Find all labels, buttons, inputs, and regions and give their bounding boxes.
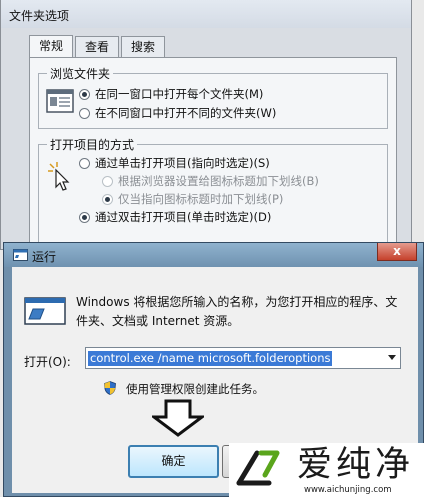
radio-same-window[interactable]: 在同一窗口中打开每个文件夹(M) xyxy=(79,86,263,102)
click-items-group: 打开项目的方式 通过单击打开项目(指向时选定)(S) 根据浏览器设置给图标标题加… xyxy=(38,136,388,254)
radio-double-click[interactable]: 通过双击打开项目(单击时选定)(D) xyxy=(79,209,271,225)
tab-general[interactable]: 常规 xyxy=(29,35,74,59)
folder-options-titlebar[interactable]: 文件夹选项 xyxy=(1,0,411,28)
radio-underline-hover: 仅当指向图标标题时加下划线(P) xyxy=(102,191,283,207)
radio-label: 通过单击打开项目(指向时选定)(S) xyxy=(95,156,270,170)
watermark-text: 爱纯净 xyxy=(297,445,415,485)
radio-button xyxy=(102,193,113,205)
run-description: Windows 将根据您所输入的名称，为您打开相应的程序、文件夹、文档或 Int… xyxy=(76,295,398,328)
radio-label: 根据浏览器设置给图标标题加下划线(B) xyxy=(118,174,319,188)
radio-label: 在不同窗口中打开不同的文件夹(W) xyxy=(95,106,277,120)
run-program-icon xyxy=(24,297,66,325)
open-label: 打开(O): xyxy=(24,355,71,369)
run-title: 运行 xyxy=(32,250,57,264)
watermark: 爱纯净 www.aichunjing.com xyxy=(229,443,424,497)
radio-single-click[interactable]: 通过单击打开项目(指向时选定)(S) xyxy=(79,155,270,171)
watermark-logo-icon xyxy=(236,450,280,486)
radio-button[interactable] xyxy=(79,157,90,169)
browse-folders-group: 浏览文件夹 在同一窗口中打开每个文件夹(M) 在不同窗口中打开不同的文件夹(W) xyxy=(38,65,388,129)
run-titlebar[interactable]: 运行 x xyxy=(4,243,423,267)
open-input[interactable]: control.exe /name microsoft.folderoption… xyxy=(85,347,401,369)
radio-button[interactable] xyxy=(79,211,90,223)
pointer-click-icon xyxy=(48,162,70,191)
radio-button[interactable] xyxy=(79,88,90,100)
watermark-url: www.aichunjing.com xyxy=(304,485,392,495)
browse-folders-title: 浏览文件夹 xyxy=(47,65,114,82)
radio-label: 仅当指向图标标题时加下划线(P) xyxy=(118,192,284,206)
close-button[interactable]: x xyxy=(377,243,417,261)
chevron-down-icon[interactable] xyxy=(388,355,396,360)
run-app-icon xyxy=(13,249,28,261)
folder-options-title: 文件夹选项 xyxy=(9,9,70,23)
folder-options-window: 文件夹选项 常规 查看 搜索 浏览文件夹 在同一窗口中打开每个文件夹(M) 在不… xyxy=(0,0,412,257)
radio-different-window[interactable]: 在不同窗口中打开不同的文件夹(W) xyxy=(79,105,276,121)
admin-privilege-text: 使用管理权限创建此任务。 xyxy=(126,382,264,396)
tab-view[interactable]: 查看 xyxy=(75,36,120,58)
radio-label: 通过双击打开项目(单击时选定)(D) xyxy=(95,210,272,224)
shield-icon xyxy=(104,381,116,395)
tab-strip: 常规 查看 搜索 xyxy=(29,35,167,59)
click-items-title: 打开项目的方式 xyxy=(47,136,138,153)
ok-button[interactable]: 确定 xyxy=(128,445,219,478)
radio-button[interactable] xyxy=(79,107,90,119)
arrow-down-icon xyxy=(152,399,204,437)
tab-search[interactable]: 搜索 xyxy=(121,36,166,58)
open-input-value[interactable]: control.exe /name microsoft.folderoption… xyxy=(88,351,333,366)
radio-underline-browser: 根据浏览器设置给图标标题加下划线(B) xyxy=(102,173,319,189)
folder-options-body: 常规 查看 搜索 浏览文件夹 在同一窗口中打开每个文件夹(M) 在不同窗口中打开… xyxy=(19,34,404,257)
radio-label: 在同一窗口中打开每个文件夹(M) xyxy=(95,87,264,101)
radio-button xyxy=(102,175,113,187)
close-icon: x xyxy=(393,244,401,258)
general-tab-panel: 浏览文件夹 在同一窗口中打开每个文件夹(M) 在不同窗口中打开不同的文件夹(W) xyxy=(29,57,397,257)
folder-window-icon xyxy=(46,89,74,113)
